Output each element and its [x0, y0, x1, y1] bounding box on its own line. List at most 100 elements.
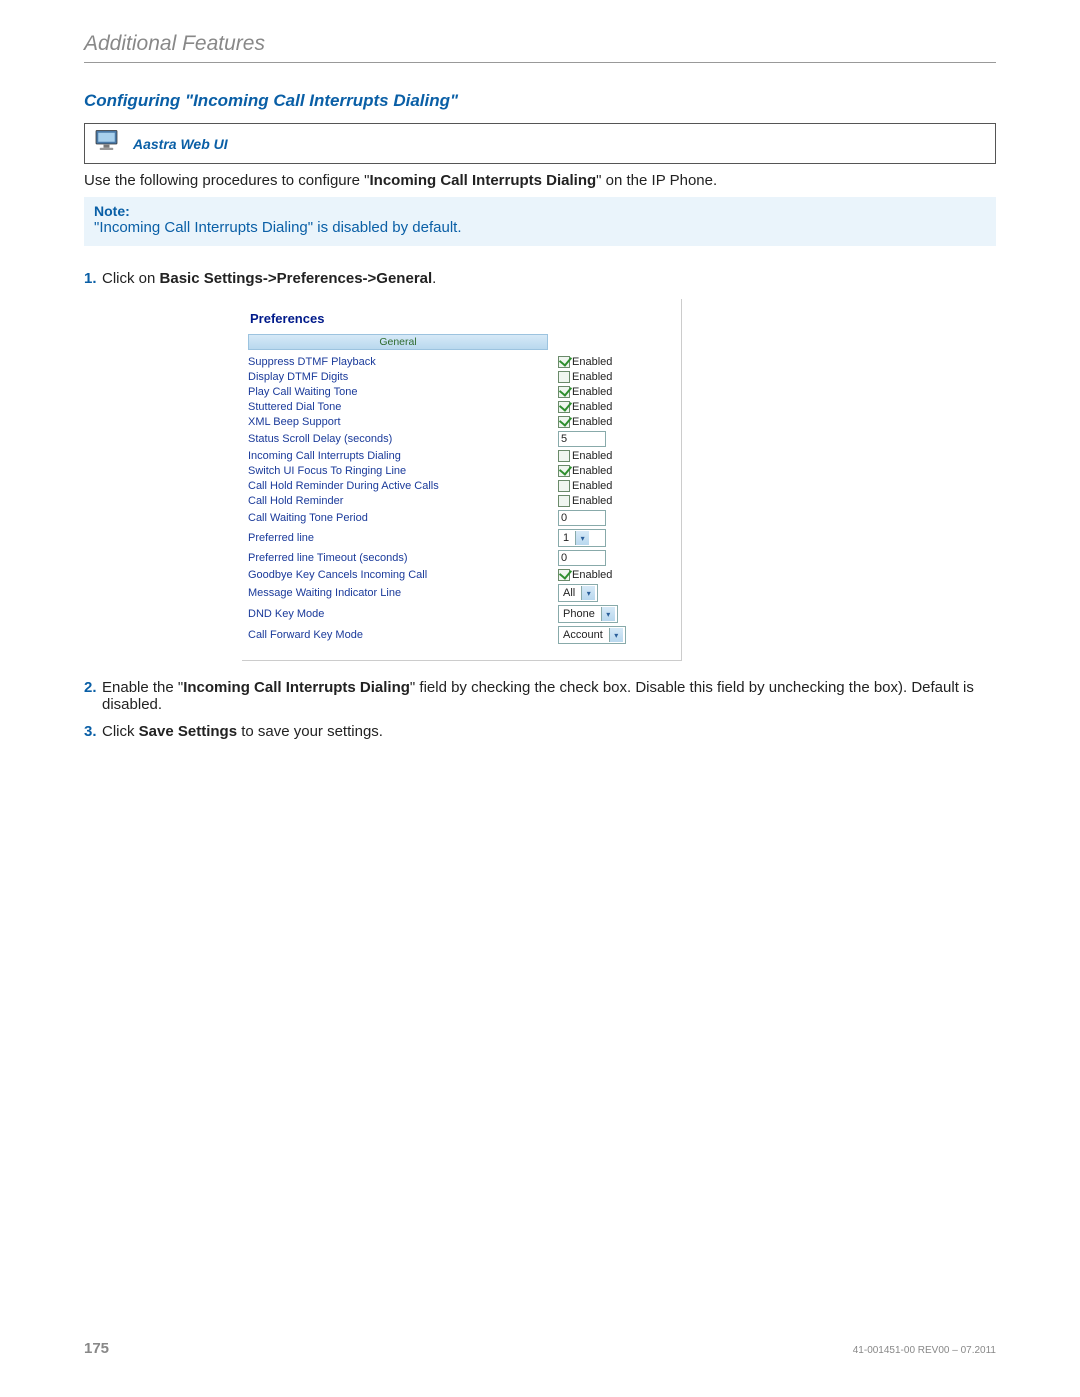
step-number: 3.: [84, 723, 97, 740]
step-1: 1. Click on Basic Settings->Preferences-…: [84, 270, 996, 661]
step-number: 2.: [84, 679, 97, 696]
pref-label: Switch UI Focus To Ringing Line: [248, 464, 558, 479]
enabled-label: Enabled: [572, 495, 612, 507]
step-bold: Incoming Call Interrupts Dialing: [183, 679, 410, 696]
select-dropdown[interactable]: 1▾: [558, 529, 606, 547]
pref-label: Message Waiting Indicator Line: [248, 583, 558, 604]
intro-prefix: Use the following procedures to configur…: [84, 172, 369, 189]
enabled-label: Enabled: [572, 465, 612, 477]
pref-control-cell: Enabled: [558, 399, 626, 414]
pref-row: Play Call Waiting ToneEnabled: [248, 384, 626, 399]
pref-control-cell: Enabled: [558, 568, 626, 583]
preferences-table: Suppress DTMF PlaybackEnabledDisplay DTM…: [248, 354, 626, 646]
pref-row: Preferred line Timeout (seconds): [248, 549, 626, 568]
enabled-label: Enabled: [572, 386, 612, 398]
pref-control-cell: Enabled: [558, 414, 626, 429]
pref-row: Goodbye Key Cancels Incoming Call Enabled: [248, 568, 626, 583]
select-dropdown[interactable]: Account▾: [558, 626, 626, 644]
checkbox[interactable]: [558, 465, 570, 477]
pref-row: Message Waiting Indicator Line All ▾: [248, 583, 626, 604]
note-box: Note: "Incoming Call Interrupts Dialing"…: [84, 197, 996, 246]
pref-label: Goodbye Key Cancels Incoming Call: [248, 568, 558, 583]
intro-suffix: " on the IP Phone.: [596, 172, 717, 189]
pref-label: Preferred line: [248, 528, 558, 549]
step-bold: Save Settings: [139, 723, 237, 740]
pref-control-cell: Enabled: [558, 384, 626, 399]
step-3: 3. Click Save Settings to save your sett…: [84, 723, 996, 740]
pref-control-cell: Phone ▾: [558, 604, 626, 625]
pref-row: Preferred line1▾: [248, 528, 626, 549]
enabled-label: Enabled: [572, 416, 612, 428]
checkbox[interactable]: [558, 416, 570, 428]
pref-label: Status Scroll Delay (seconds): [248, 429, 558, 448]
select-dropdown[interactable]: Phone ▾: [558, 605, 618, 623]
pref-label: Call Waiting Tone Period: [248, 509, 558, 528]
pref-control-cell: Account▾: [558, 625, 626, 646]
pref-label: Preferred line Timeout (seconds): [248, 549, 558, 568]
checkbox[interactable]: [558, 386, 570, 398]
checkbox[interactable]: [558, 569, 570, 581]
pref-row: Suppress DTMF Playback Enabled: [248, 354, 626, 369]
select-value: Phone: [563, 608, 595, 620]
step-text: .: [432, 270, 436, 287]
general-group-header: General: [248, 334, 548, 350]
pref-row: DND Key Mode Phone ▾: [248, 604, 626, 625]
step-2: 2. Enable the "Incoming Call Interrupts …: [84, 679, 996, 713]
pref-row: Switch UI Focus To Ringing Line Enabled: [248, 464, 626, 479]
enabled-label: Enabled: [572, 356, 612, 368]
pref-label: Call Hold Reminder During Active Calls: [248, 479, 558, 494]
section-heading: Configuring "Incoming Call Interrupts Di…: [84, 91, 996, 111]
enabled-label: Enabled: [572, 569, 612, 581]
enabled-label: Enabled: [572, 450, 612, 462]
steps-list: 1. Click on Basic Settings->Preferences-…: [84, 270, 996, 740]
checkbox[interactable]: [558, 401, 570, 413]
text-input[interactable]: [558, 431, 606, 447]
step-text: Enable the ": [102, 679, 183, 696]
page-header: Additional Features: [84, 32, 996, 63]
pref-control-cell: Enabled: [558, 479, 626, 494]
pref-label: Incoming Call Interrupts Dialing: [248, 448, 558, 463]
checkbox[interactable]: [558, 356, 570, 368]
text-input[interactable]: [558, 510, 606, 526]
checkbox[interactable]: [558, 480, 570, 492]
preferences-screenshot: Preferences General Suppress DTMF Playba…: [242, 299, 682, 661]
note-title: Note:: [94, 203, 986, 219]
pref-label: Display DTMF Digits: [248, 369, 558, 384]
pref-label: XML Beep Support: [248, 414, 558, 429]
select-value: All: [563, 587, 575, 599]
pref-control-cell: All ▾: [558, 583, 626, 604]
pref-label: Suppress DTMF Playback: [248, 354, 558, 369]
checkbox[interactable]: [558, 450, 570, 462]
webui-bar: Aastra Web UI: [84, 123, 996, 164]
step-text: Click on: [102, 270, 160, 287]
pref-label: DND Key Mode: [248, 604, 558, 625]
checkbox[interactable]: [558, 371, 570, 383]
select-dropdown[interactable]: All ▾: [558, 584, 598, 602]
chevron-down-icon: ▾: [581, 586, 595, 600]
webui-label: Aastra Web UI: [133, 136, 228, 152]
pref-row: Display DTMF DigitsEnabled: [248, 369, 626, 384]
chevron-down-icon: ▾: [601, 607, 615, 621]
pref-row: Call Hold Reminder Enabled: [248, 494, 626, 509]
pref-control-cell: Enabled: [558, 448, 626, 463]
pref-row: Call Waiting Tone Period: [248, 509, 626, 528]
text-input[interactable]: [558, 550, 606, 566]
pref-control-cell: Enabled: [558, 369, 626, 384]
step-text: Click: [102, 723, 139, 740]
intro-bold: Incoming Call Interrupts Dialing: [369, 172, 596, 189]
chevron-down-icon: ▾: [575, 531, 589, 545]
select-value: 1: [563, 532, 569, 544]
pref-control-cell: Enabled: [558, 464, 626, 479]
intro-text: Use the following procedures to configur…: [84, 172, 996, 189]
pref-label: Stuttered Dial Tone: [248, 399, 558, 414]
pref-row: Status Scroll Delay (seconds): [248, 429, 626, 448]
enabled-label: Enabled: [572, 480, 612, 492]
checkbox[interactable]: [558, 495, 570, 507]
pref-control-cell: [558, 429, 626, 448]
pref-control-cell: Enabled: [558, 494, 626, 509]
preferences-title: Preferences: [248, 311, 667, 326]
pref-label: Call Hold Reminder: [248, 494, 558, 509]
doc-revision: 41-001451-00 REV00 – 07.2011: [853, 1345, 996, 1356]
pref-label: Call Forward Key Mode: [248, 625, 558, 646]
step-number: 1.: [84, 270, 97, 287]
